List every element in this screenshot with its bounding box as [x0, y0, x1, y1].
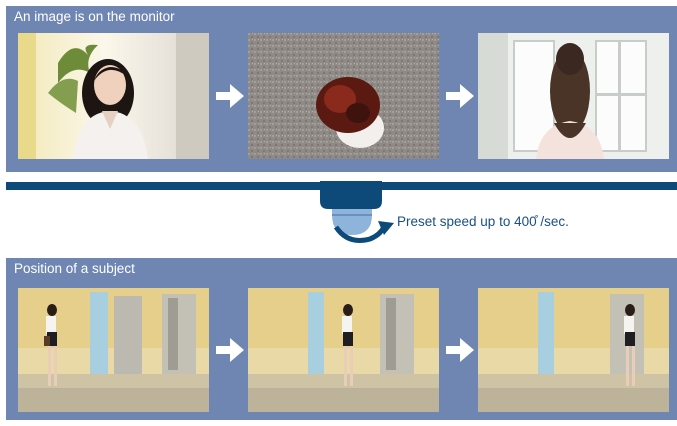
right-arrow-icon	[446, 338, 474, 362]
subject-panel-title: Position of a subject	[14, 261, 135, 276]
monitor-panel-title: An image is on the monitor	[14, 9, 175, 24]
right-arrow-icon	[216, 338, 244, 362]
right-arrow-icon	[446, 84, 474, 108]
camera-dome-icon	[320, 181, 394, 243]
monitor-frame-back	[478, 33, 669, 159]
subject-position-panel: Position of a subject	[6, 258, 677, 420]
monitor-frame-overhead	[248, 33, 439, 159]
preset-speed-text: Preset speed up to 400̊ /sec.	[397, 214, 569, 229]
subject-frame-center	[248, 288, 439, 412]
subject-frame-left	[18, 288, 209, 412]
right-arrow-icon	[216, 84, 244, 108]
monitor-frame-face	[18, 33, 209, 159]
monitor-image-panel: An image is on the monitor	[6, 6, 677, 172]
subject-frame-right	[478, 288, 669, 412]
